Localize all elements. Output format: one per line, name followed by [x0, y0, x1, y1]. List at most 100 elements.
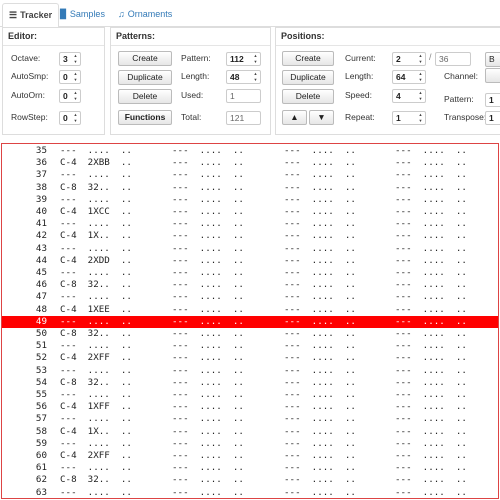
tab-tracker[interactable]: ☰ Tracker [2, 3, 60, 28]
channel-3-cell[interactable]: --- .... .. [284, 291, 356, 303]
channel-2-cell[interactable]: --- .... .. [172, 182, 244, 194]
channel-button[interactable] [485, 68, 500, 83]
move-down-button[interactable]: ▼ [309, 110, 334, 125]
channel-2-cell[interactable]: --- .... .. [172, 352, 244, 364]
tracker-row[interactable]: 53 --- .... .. --- .... .. --- .... .. --- .… [2, 365, 498, 377]
channel-4-cell[interactable]: --- .... .. [395, 304, 467, 316]
channel-4-cell[interactable]: --- .... .. [395, 438, 467, 450]
tracker-row[interactable]: 55 --- .... .. --- .... .. --- .... .. --- .… [2, 389, 498, 401]
channel-1-cell[interactable]: --- .... .. [60, 194, 132, 206]
move-up-button[interactable]: ▲ [282, 110, 307, 125]
channel-4-cell[interactable]: --- .... .. [395, 145, 467, 157]
channel-1-cell[interactable]: C-8 32.. .. [60, 377, 132, 389]
channel-4-cell[interactable]: --- .... .. [395, 291, 467, 303]
spinner-arrows-icon[interactable]: ▲ ▼ [417, 53, 424, 65]
channel-1-cell[interactable]: C-4 2XFF .. [60, 352, 132, 364]
channel-4-cell[interactable]: --- .... .. [395, 365, 467, 377]
tracker-row[interactable]: 57 --- .... .. --- .... .. --- .... .. --- .… [2, 413, 498, 425]
channel-4-cell[interactable]: --- .... .. [395, 377, 467, 389]
tracker-row[interactable]: 63 --- .... .. --- .... .. --- .... .. --- .… [2, 487, 498, 498]
channel-4-cell[interactable]: --- .... .. [395, 487, 467, 498]
channel-4-cell[interactable]: --- .... .. [395, 462, 467, 474]
channel-3-cell[interactable]: --- .... .. [284, 230, 356, 242]
channel-4-cell[interactable]: --- .... .. [395, 352, 467, 364]
channel-2-cell[interactable]: --- .... .. [172, 389, 244, 401]
channel-4-cell[interactable]: --- .... .. [395, 401, 467, 413]
tracker-row[interactable]: 44 C-4 2XDD .. --- .... .. --- .... .. --- .… [2, 255, 498, 267]
channel-1-cell[interactable]: C-8 32.. .. [60, 182, 132, 194]
tracker-row[interactable]: 59 --- .... .. --- .... .. --- .... .. --- .… [2, 438, 498, 450]
transpose-stepper[interactable]: 1 [485, 111, 500, 125]
channel-2-cell[interactable]: --- .... .. [172, 377, 244, 389]
channel-4-cell[interactable]: --- .... .. [395, 426, 467, 438]
channel-2-cell[interactable]: --- .... .. [172, 267, 244, 279]
channel-1-cell[interactable]: --- .... .. [60, 413, 132, 425]
rowstep-stepper[interactable]: 0 ▲ ▼ [59, 111, 81, 125]
channel-3-cell[interactable]: --- .... .. [284, 316, 356, 328]
channel-3-cell[interactable]: --- .... .. [284, 194, 356, 206]
tracker-row[interactable]: 43 --- .... .. --- .... .. --- .... .. --- .… [2, 243, 498, 255]
spinner-arrows-icon[interactable]: ▲ ▼ [417, 71, 424, 83]
channel-4-cell[interactable]: --- .... .. [395, 328, 467, 340]
channel-2-cell[interactable]: --- .... .. [172, 157, 244, 169]
channel-3-cell[interactable]: --- .... .. [284, 474, 356, 486]
spinner-arrows-icon[interactable]: ▲ ▼ [72, 90, 79, 102]
channel-1-cell[interactable]: C-4 2XFF .. [60, 450, 132, 462]
channel-3-cell[interactable]: --- .... .. [284, 304, 356, 316]
channel-4-cell[interactable]: --- .... .. [395, 267, 467, 279]
channel-2-cell[interactable]: --- .... .. [172, 304, 244, 316]
channel-3-cell[interactable]: --- .... .. [284, 462, 356, 474]
speed-stepper[interactable]: 4 ▲ ▼ [392, 89, 426, 103]
channel-2-cell[interactable]: --- .... .. [172, 230, 244, 242]
repeat-stepper[interactable]: 1 ▲ ▼ [392, 111, 426, 125]
channel-3-cell[interactable]: --- .... .. [284, 182, 356, 194]
channel-1-cell[interactable]: C-8 32.. .. [60, 474, 132, 486]
channel-1-cell[interactable]: --- .... .. [60, 145, 132, 157]
channel-1-cell[interactable]: --- .... .. [60, 218, 132, 230]
channel-2-cell[interactable]: --- .... .. [172, 426, 244, 438]
channel-1-cell[interactable]: --- .... .. [60, 169, 132, 181]
position-length-stepper[interactable]: 64 ▲ ▼ [392, 70, 426, 84]
position-duplicate-button[interactable]: Duplicate [282, 70, 334, 85]
tracker-row[interactable]: 47 --- .... .. --- .... .. --- .... .. --- .… [2, 291, 498, 303]
channel-2-cell[interactable]: --- .... .. [172, 169, 244, 181]
channel-4-cell[interactable]: --- .... .. [395, 279, 467, 291]
channel-2-cell[interactable]: --- .... .. [172, 340, 244, 352]
tracker-row[interactable]: 38 C-8 32.. .. --- .... .. --- .... .. --- .… [2, 182, 498, 194]
channel-3-cell[interactable]: --- .... .. [284, 206, 356, 218]
channel-4-cell[interactable]: --- .... .. [395, 413, 467, 425]
channel-1-cell[interactable]: C-8 32.. .. [60, 328, 132, 340]
channel-3-cell[interactable]: --- .... .. [284, 389, 356, 401]
channel-pattern-stepper[interactable]: 1 [485, 93, 500, 107]
channel-3-cell[interactable]: --- .... .. [284, 218, 356, 230]
channel-3-cell[interactable]: --- .... .. [284, 169, 356, 181]
spinner-arrows-icon[interactable]: ▲ ▼ [72, 71, 79, 83]
channel-1-cell[interactable]: --- .... .. [60, 243, 132, 255]
spinner-arrows-icon[interactable]: ▲ ▼ [252, 53, 259, 65]
channel-1-cell[interactable]: --- .... .. [60, 365, 132, 377]
channel-1-cell[interactable]: --- .... .. [60, 389, 132, 401]
spinner-arrows-icon[interactable]: ▲ ▼ [72, 112, 79, 124]
tracker-row[interactable]: 58 C-4 1X.. .. --- .... .. --- .... .. --- .… [2, 426, 498, 438]
channel-3-cell[interactable]: --- .... .. [284, 255, 356, 267]
tracker-row[interactable]: 56 C-4 1XFF .. --- .... .. --- .... .. --- .… [2, 401, 498, 413]
channel-2-cell[interactable]: --- .... .. [172, 462, 244, 474]
pattern-number-stepper[interactable]: 112 ▲ ▼ [226, 52, 261, 66]
tracker-row[interactable]: 54 C-8 32.. .. --- .... .. --- .... .. --- .… [2, 377, 498, 389]
channel-1-cell[interactable]: C-8 32.. .. [60, 279, 132, 291]
pattern-duplicate-button[interactable]: Duplicate [118, 70, 172, 85]
tracker-grid[interactable]: 35 --- .... .. --- .... .. --- .... .. --- .… [1, 143, 499, 499]
tracker-row[interactable]: 49 --- .... .. --- .... .. --- .... .. --- .… [2, 315, 498, 328]
spinner-arrows-icon[interactable]: ▲ ▼ [72, 53, 79, 65]
tracker-row[interactable]: 51 --- .... .. --- .... .. --- .... .. --- .… [2, 340, 498, 352]
tracker-row[interactable]: 48 C-4 1XEE .. --- .... .. --- .... .. --- .… [2, 304, 498, 316]
channel-4-cell[interactable]: --- .... .. [395, 194, 467, 206]
channel-4-cell[interactable]: --- .... .. [395, 474, 467, 486]
channel-4-cell[interactable]: --- .... .. [395, 182, 467, 194]
pattern-functions-button[interactable]: Functions [118, 110, 172, 125]
autosmp-stepper[interactable]: 0 ▲ ▼ [59, 70, 81, 84]
channel-2-cell[interactable]: --- .... .. [172, 316, 244, 328]
channel-2-cell[interactable]: --- .... .. [172, 218, 244, 230]
channel-1-cell[interactable]: C-4 1XEE .. [60, 304, 132, 316]
channel-3-cell[interactable]: --- .... .. [284, 340, 356, 352]
